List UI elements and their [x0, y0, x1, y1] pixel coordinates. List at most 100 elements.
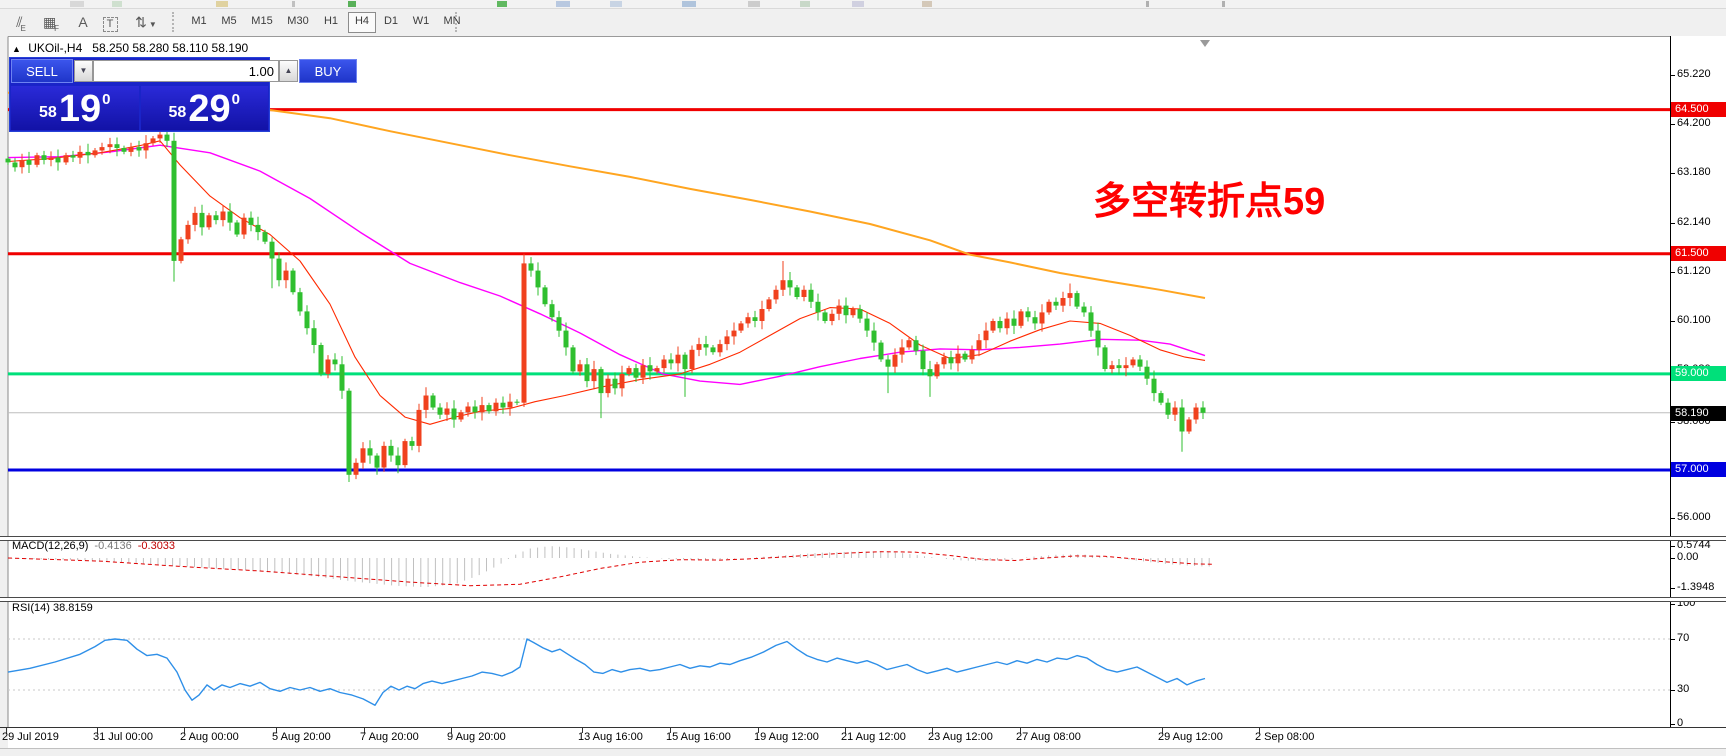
price-axis-label: 0.00	[1677, 551, 1699, 563]
clipped-icon-fragment	[348, 1, 356, 7]
timeframe-button-M15[interactable]: M15	[246, 12, 278, 31]
time-axis-label: 29 Jul 2019	[2, 731, 59, 743]
price-axis-label: -1.3948	[1677, 581, 1715, 593]
timeframe-button-M1[interactable]: M1	[186, 12, 212, 31]
timeframe-button-H4[interactable]: H4	[348, 12, 376, 33]
rsi-indicator-label: RSI(14) 38.8159	[12, 602, 93, 614]
price-axis-tick	[1670, 321, 1675, 322]
arrows-tool-icon[interactable]: ⇅ ▼	[128, 11, 164, 33]
symbol-name: UKOil-,H4	[28, 41, 83, 55]
bid-points: 19	[58, 88, 102, 130]
clipped-icon-fragment	[1222, 1, 1225, 7]
clipped-icon-fragment	[112, 1, 122, 7]
time-axis-label: 19 Aug 12:00	[754, 731, 819, 743]
price-axis-label: 60.100	[1677, 314, 1711, 326]
time-axis-label: 2 Aug 00:00	[180, 731, 239, 743]
price-axis-tick	[1670, 604, 1675, 605]
buy-button[interactable]: BUY	[299, 59, 357, 83]
time-axis-label: 9 Aug 20:00	[447, 731, 506, 743]
clipped-toolbar-strip	[0, 0, 1726, 9]
volume-input[interactable]	[93, 60, 279, 82]
timeframe-button-H1[interactable]: H1	[318, 12, 344, 31]
objects-draw-tool-icon[interactable]: ⫽E	[8, 11, 34, 33]
price-axis-tick	[1670, 724, 1675, 725]
timeframe-button-D1[interactable]: D1	[378, 12, 404, 31]
text-box-tool-icon[interactable]: T	[98, 11, 122, 33]
time-axis-label: 7 Aug 20:00	[360, 731, 419, 743]
timeframe-button-M5[interactable]: M5	[216, 12, 242, 31]
time-axis-border	[0, 727, 1726, 728]
price-axis-tick	[1670, 422, 1675, 423]
time-axis-label: 31 Jul 00:00	[93, 731, 153, 743]
text-label-tool-icon[interactable]: A	[72, 11, 94, 33]
price-axis-label: 70	[1677, 632, 1690, 644]
price-axis-tick	[1670, 588, 1675, 589]
price-axis-label: 64.200	[1677, 117, 1711, 129]
time-axis-label: 21 Aug 12:00	[841, 731, 906, 743]
price-axis-tick	[1670, 223, 1675, 224]
volume-increase-button[interactable]: ▲	[279, 60, 298, 82]
price-level-badge: 59.000	[1671, 366, 1726, 381]
clipped-icon-fragment	[556, 1, 570, 7]
clipped-icon-fragment	[1146, 1, 1149, 7]
price-axis-tick	[1670, 272, 1675, 273]
clipped-icon-fragment	[800, 1, 810, 7]
time-axis-label: 5 Aug 20:00	[272, 731, 331, 743]
macd-pane-splitter[interactable]	[0, 536, 1726, 541]
macd-signal-value: -0.3033	[137, 540, 176, 552]
buy-price-button[interactable]: 58 29 0	[140, 86, 268, 130]
clipped-icon-fragment	[610, 1, 622, 7]
bid-pip: 0	[102, 91, 111, 108]
clipped-icon-fragment	[682, 1, 696, 7]
clipped-icon-fragment	[216, 1, 228, 7]
price-axis-tick	[1670, 75, 1675, 76]
time-axis-label: 27 Aug 08:00	[1016, 731, 1081, 743]
price-level-badge: 57.000	[1671, 462, 1726, 477]
chart-symbol-title: ▲ UKOil-,H4 58.250 58.280 58.110 58.190	[12, 41, 248, 55]
time-axis-label: 13 Aug 16:00	[578, 731, 643, 743]
clipped-icon-fragment	[70, 1, 84, 7]
price-axis-label: 65.220	[1677, 68, 1711, 80]
price-axis[interactable]	[1671, 36, 1726, 728]
clipped-icon-fragment	[748, 1, 760, 7]
price-axis-tick	[1670, 639, 1675, 640]
chart-shift-marker-icon[interactable]	[1200, 40, 1210, 47]
macd-main-value: -0.4136	[94, 540, 132, 552]
timeframe-button-MN[interactable]: MN	[438, 12, 466, 31]
price-axis-tick	[1670, 124, 1675, 125]
grid-tool-icon[interactable]: ▦F	[38, 11, 64, 33]
timeframe-button-M30[interactable]: M30	[282, 12, 314, 31]
price-level-badge: 61.500	[1671, 246, 1726, 261]
clipped-icon-fragment	[292, 1, 295, 7]
chart-text-annotation: 多空转折点59	[1093, 181, 1326, 223]
rsi-title: RSI(14)	[12, 602, 50, 614]
price-axis-tick	[1670, 558, 1675, 559]
price-level-badge: 64.500	[1671, 102, 1726, 117]
sell-button[interactable]: SELL	[11, 59, 73, 83]
bid-major: 58	[39, 104, 57, 121]
price-axis-label: 61.120	[1677, 265, 1711, 277]
volume-decrease-button[interactable]: ▼	[74, 60, 93, 82]
price-axis-label: 0	[1677, 717, 1684, 729]
price-axis-tick	[1670, 690, 1675, 691]
chart-plot-area[interactable]	[0, 36, 1726, 728]
timeframe-button-W1[interactable]: W1	[408, 12, 434, 31]
chart-toolbar: ⫽E ▦F A T ⇅ ▼ M1 M5 M15 M30 H1 H4 D1 W1 MN	[0, 9, 1726, 37]
time-axis-label: 29 Aug 12:00	[1158, 731, 1223, 743]
time-axis-label: 23 Aug 12:00	[928, 731, 993, 743]
price-axis-label: 63.180	[1677, 166, 1711, 178]
clipped-icon-fragment	[922, 1, 932, 7]
ask-points: 29	[188, 88, 231, 130]
rsi-value: 38.8159	[52, 602, 93, 614]
ask-major: 58	[168, 104, 187, 121]
time-axis-label: 15 Aug 16:00	[666, 731, 731, 743]
price-axis-label: 56.000	[1677, 511, 1711, 523]
rsi-pane-splitter[interactable]	[0, 597, 1726, 602]
price-axis-tick	[1670, 518, 1675, 519]
price-level-badge: 58.190	[1671, 406, 1726, 421]
time-axis-label: 2 Sep 08:00	[1255, 731, 1315, 743]
ohlc-readout: 58.250 58.280 58.110 58.190	[92, 41, 249, 55]
price-axis-tick	[1670, 173, 1675, 174]
clipped-icon-fragment	[497, 1, 507, 7]
sell-price-button[interactable]: 58 19 0	[11, 86, 139, 130]
